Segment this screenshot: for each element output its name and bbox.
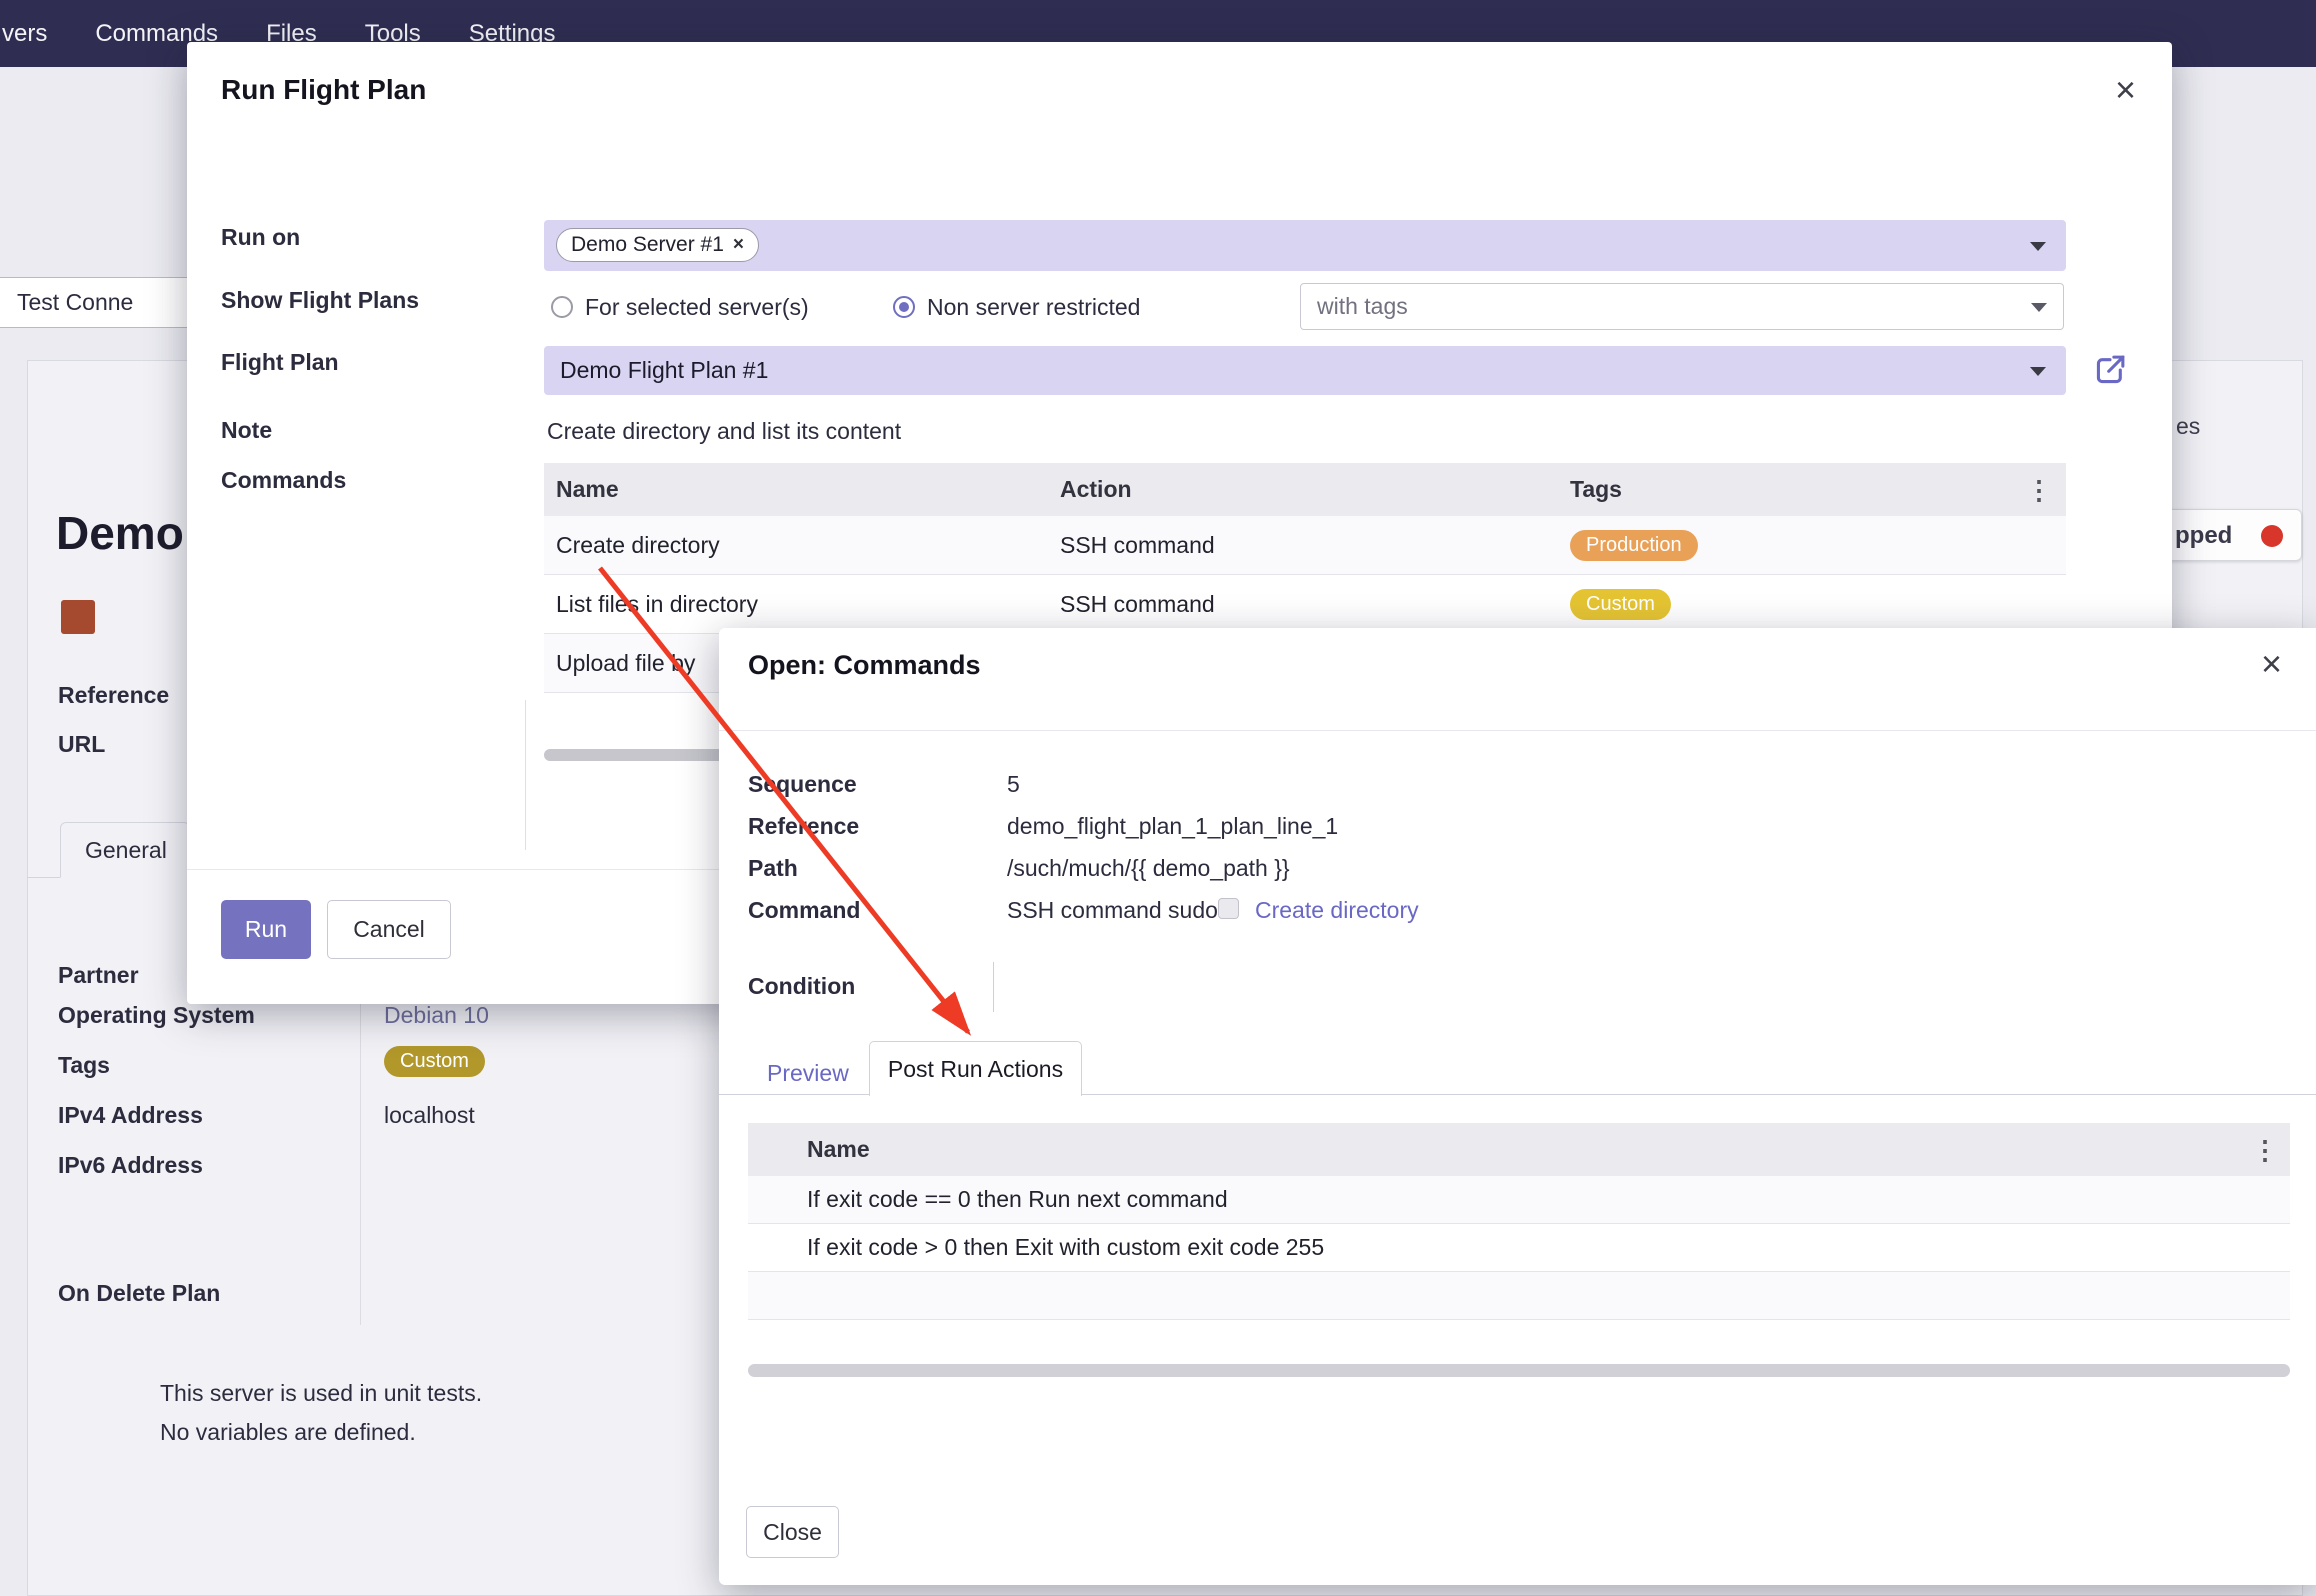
os-label: Operating System — [58, 1002, 255, 1029]
path-value: /such/much/{{ demo_path }} — [1007, 855, 1290, 882]
unit-test-note-line1: This server is used in unit tests. — [160, 1380, 482, 1407]
chevron-down-icon[interactable] — [2031, 303, 2047, 312]
chevron-down-icon[interactable] — [2030, 242, 2046, 251]
run-button[interactable]: Run — [221, 900, 311, 959]
commands-modal-title: Open: Commands — [748, 650, 981, 681]
external-link-icon[interactable] — [2092, 352, 2128, 388]
table-header-row: Name ⋮ — [748, 1123, 2290, 1176]
flight-plan-label: Flight Plan — [221, 349, 339, 376]
commands-label: Commands — [221, 467, 346, 494]
radio-non-server-restricted[interactable] — [893, 296, 915, 318]
test-connection-button[interactable]: Test Conne — [0, 277, 196, 328]
command-value: SSH command sudo — [1007, 897, 1218, 924]
run-on-label: Run on — [221, 224, 300, 251]
tab-preview-label: Preview — [767, 1060, 849, 1087]
remove-tag-icon[interactable]: × — [733, 234, 744, 256]
tab-post-run-actions-label: Post Run Actions — [888, 1056, 1063, 1083]
color-swatch[interactable] — [61, 600, 95, 634]
create-directory-link[interactable]: Create directory — [1255, 897, 1419, 924]
cell-name: List files in directory — [544, 591, 1060, 618]
menu-servers-fragment[interactable]: vers — [2, 20, 47, 48]
condition-label: Condition — [748, 973, 855, 1000]
path-label: Path — [748, 855, 798, 882]
tags-value-badge[interactable]: Custom — [384, 1046, 485, 1077]
tags-label: Tags — [58, 1052, 110, 1079]
cancel-button[interactable]: Cancel — [327, 900, 451, 959]
note-label: Note — [221, 417, 272, 444]
command-checkbox[interactable] — [1218, 898, 1239, 919]
cell-name: Create directory — [544, 532, 1060, 559]
run-on-server-select[interactable]: Demo Server #1 × — [544, 220, 2066, 271]
table-options-icon[interactable]: ⋮ — [2026, 477, 2066, 503]
command-label: Command — [748, 897, 860, 924]
url-label: URL — [58, 731, 105, 758]
sequence-value: 5 — [1007, 771, 1020, 798]
tag-production-badge: Production — [1570, 530, 1698, 561]
reference-field-value: demo_flight_plan_1_plan_line_1 — [1007, 813, 1338, 840]
form-divider — [360, 955, 361, 1325]
cell-action: SSH command — [1060, 591, 1570, 618]
with-tags-placeholder: with tags — [1317, 293, 1408, 320]
test-connection-label: Test Conne — [17, 289, 133, 316]
radio-selected-servers-label[interactable]: For selected server(s) — [585, 294, 809, 321]
col-name-header: Name — [748, 1136, 2252, 1163]
open-commands-modal: Open: Commands × Sequence 5 Reference de… — [719, 628, 2316, 1585]
on-delete-plan-label: On Delete Plan — [58, 1280, 220, 1307]
run-modal-title: Run Flight Plan — [221, 74, 426, 106]
radio-dot — [899, 302, 909, 312]
tag-custom-badge: Custom — [1570, 589, 1671, 620]
os-value[interactable]: Debian 10 — [384, 1002, 489, 1029]
commands-modal-close-icon[interactable]: × — [2261, 646, 2282, 682]
cell-action: SSH command — [1060, 532, 1570, 559]
show-flight-plans-label: Show Flight Plans — [221, 287, 419, 314]
server-tag-pill[interactable]: Demo Server #1 × — [556, 228, 759, 262]
tab-general-label: General — [85, 837, 167, 864]
server-page-title: Demo — [56, 506, 184, 560]
tab-post-run-actions[interactable]: Post Run Actions — [869, 1041, 1082, 1096]
condition-field-divider — [993, 962, 994, 1012]
modal-header-divider — [719, 730, 2316, 731]
status-stopped-dot-icon — [2261, 525, 2283, 547]
table-header-row: Name Action Tags ⋮ — [544, 463, 2066, 516]
field-separator — [525, 700, 526, 850]
run-modal-close-icon[interactable]: × — [2115, 72, 2136, 108]
server-tag-label: Demo Server #1 — [571, 233, 724, 257]
table-row[interactable]: Create directory SSH command Production — [544, 516, 2066, 575]
ipv6-label: IPv6 Address — [58, 1152, 203, 1179]
post-run-actions-table: Name ⋮ If exit code == 0 then Run next c… — [748, 1123, 2290, 1320]
table-options-icon[interactable]: ⋮ — [2252, 1137, 2290, 1163]
sequence-label: Sequence — [748, 771, 857, 798]
tab-preview[interactable]: Preview — [751, 1052, 865, 1094]
flight-plan-select[interactable]: Demo Flight Plan #1 — [544, 346, 2066, 395]
status-fragment-label: pped — [2175, 522, 2232, 550]
col-action-header: Action — [1060, 476, 1570, 503]
reference-label: Reference — [58, 682, 169, 709]
unit-test-note-line2: No variables are defined. — [160, 1419, 416, 1446]
flight-plan-value: Demo Flight Plan #1 — [560, 357, 768, 384]
horizontal-scrollbar[interactable] — [748, 1364, 2290, 1377]
col-tags-header: Tags — [1570, 476, 2026, 503]
with-tags-select[interactable]: with tags — [1300, 283, 2064, 330]
reference-field-label: Reference — [748, 813, 859, 840]
table-row[interactable]: List files in directory SSH command Cust… — [544, 575, 2066, 634]
radio-selected-servers[interactable] — [551, 296, 573, 318]
screen: vers Commands Files Tools Settings Test … — [0, 0, 2316, 1596]
close-button[interactable]: Close — [746, 1506, 839, 1558]
cell-action-name: If exit code == 0 then Run next command — [748, 1186, 1228, 1213]
radio-non-server-restricted-label[interactable]: Non server restricted — [927, 294, 1140, 321]
chatter-fragment: es — [2176, 413, 2200, 440]
plan-description: Create directory and list its content — [547, 418, 901, 445]
partner-label: Partner — [58, 962, 139, 989]
table-row-empty — [748, 1272, 2290, 1320]
table-row[interactable]: If exit code > 0 then Exit with custom e… — [748, 1224, 2290, 1272]
chevron-down-icon[interactable] — [2030, 367, 2046, 376]
ipv4-value: localhost — [384, 1102, 475, 1129]
cell-action-name: If exit code > 0 then Exit with custom e… — [748, 1234, 1324, 1261]
tab-general[interactable]: General — [60, 822, 190, 878]
col-name-header: Name — [544, 476, 1060, 503]
table-row[interactable]: If exit code == 0 then Run next command — [748, 1176, 2290, 1224]
ipv4-label: IPv4 Address — [58, 1102, 203, 1129]
